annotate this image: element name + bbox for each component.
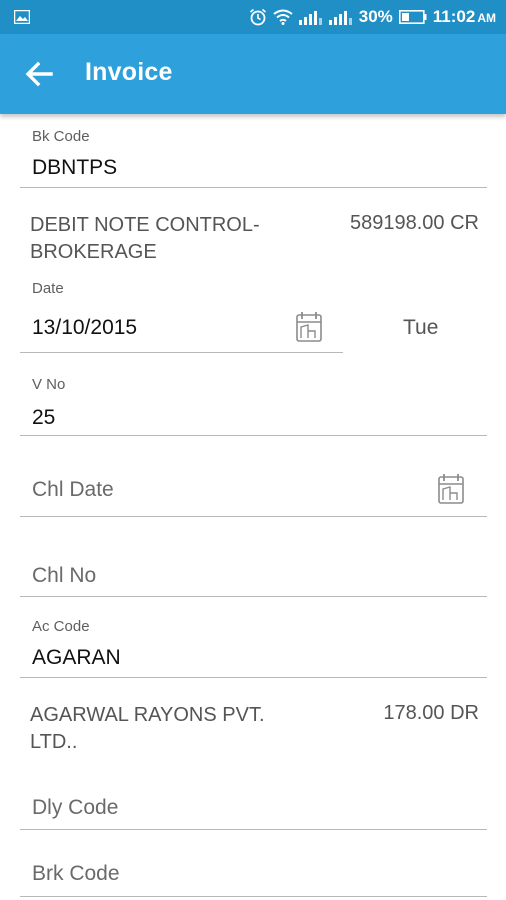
ac-code-field[interactable]: Ac Code AGARAN <box>20 616 487 680</box>
v-no-label: V No <box>32 376 66 393</box>
bk-code-label: Bk Code <box>32 128 90 145</box>
v-no-value: 25 <box>32 406 56 429</box>
chl-no-underline <box>20 596 487 597</box>
signal-icon <box>328 9 353 25</box>
clock: 11:02 AM <box>433 7 496 27</box>
date-value: 13/10/2015 <box>32 316 138 339</box>
ac-code-underline <box>20 677 487 678</box>
date-day: Tue <box>403 316 439 339</box>
image-icon <box>13 9 31 29</box>
brk-code-placeholder: Brk Code <box>32 862 120 885</box>
wifi-icon <box>273 9 293 25</box>
calendar-icon[interactable] <box>295 310 327 344</box>
ac-description: AGARWAL RAYONS PVT. LTD.. <box>30 702 320 756</box>
battery-icon <box>398 10 427 24</box>
bk-code-underline <box>20 187 487 188</box>
dly-code-field[interactable]: Dly Code <box>20 774 487 832</box>
signal-icon <box>298 9 323 25</box>
ac-description-line2: LTD.. <box>30 731 78 753</box>
invoice-form: Bk Code DBNTPS DEBIT NOTE CONTROL- BROKE… <box>0 114 506 900</box>
brk-code-field[interactable]: Brk Code <box>20 842 487 900</box>
ac-code-label: Ac Code <box>32 618 90 635</box>
bk-code-value: DBNTPS <box>32 156 118 179</box>
chl-date-field[interactable]: Chl Date <box>20 454 487 518</box>
date-underline <box>20 352 343 353</box>
clock-ampm: AM <box>477 11 496 25</box>
clock-time: 11:02 <box>432 7 476 26</box>
chl-date-placeholder: Chl Date <box>32 478 114 501</box>
status-bar: 30% 11:02 AM <box>0 0 506 34</box>
ac-code-value: AGARAN <box>32 646 121 669</box>
page-title: Invoice <box>85 58 173 86</box>
alarm-icon <box>249 8 267 26</box>
date-label: Date <box>32 280 64 297</box>
calendar-icon[interactable] <box>437 472 469 506</box>
chl-no-field[interactable]: Chl No <box>20 534 487 598</box>
brk-code-underline <box>20 896 487 897</box>
app-bar: Invoice <box>0 34 506 114</box>
ac-amount: 178.00 DR <box>383 702 479 724</box>
v-no-field[interactable]: V No 25 <box>20 374 487 438</box>
dly-code-underline <box>20 829 487 830</box>
arrow-left-icon[interactable] <box>24 60 54 88</box>
bk-amount: 589198.00 CR <box>350 212 479 234</box>
dly-code-placeholder: Dly Code <box>32 796 119 819</box>
chl-date-underline <box>20 516 487 517</box>
bk-description-line2: BROKERAGE <box>30 241 157 263</box>
bk-description-line1: DEBIT NOTE CONTROL- <box>30 214 260 236</box>
battery-percent: 30% <box>358 7 393 26</box>
v-no-underline <box>20 435 487 436</box>
ac-description-line1: AGARWAL RAYONS PVT. <box>30 704 265 726</box>
bk-code-field[interactable]: Bk Code DBNTPS <box>20 126 487 190</box>
chl-no-placeholder: Chl No <box>32 564 97 587</box>
bk-description: DEBIT NOTE CONTROL- BROKERAGE <box>30 212 320 266</box>
